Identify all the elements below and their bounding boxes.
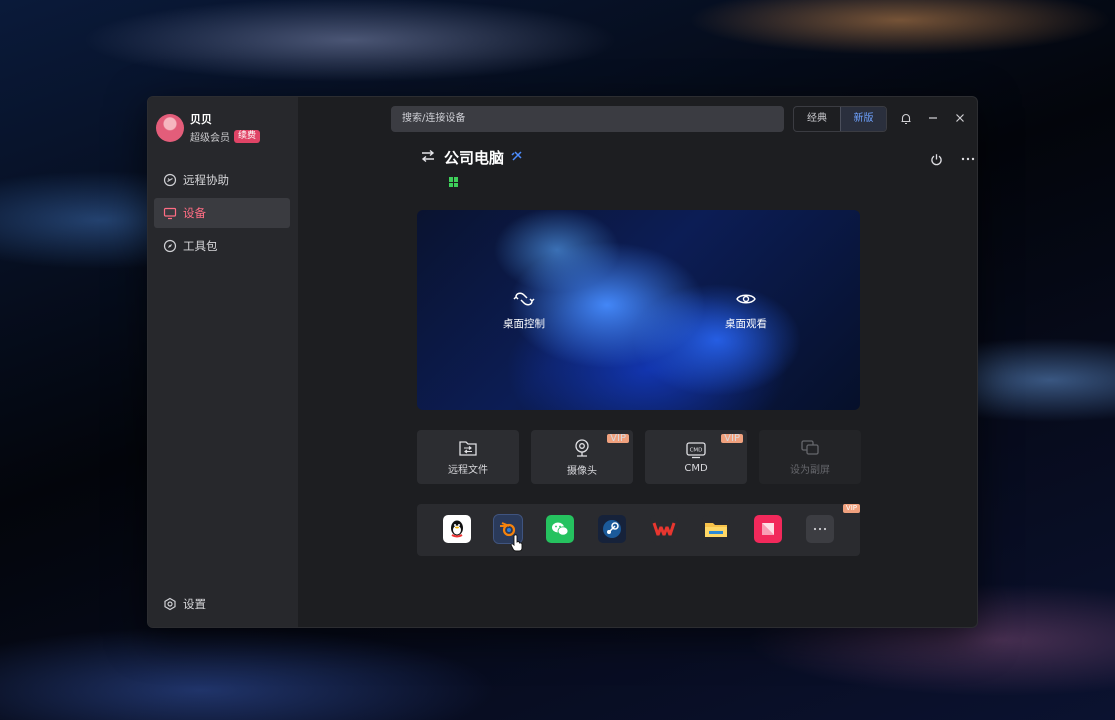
desktop-control-button[interactable]: 桌面控制: [503, 290, 545, 331]
monitor-icon: [163, 206, 177, 220]
quick-apps-bar: VIP: [417, 504, 860, 556]
windows-icon: [449, 177, 459, 187]
nav-item-toolkit[interactable]: 工具包: [154, 231, 290, 261]
membership-label: 超级会员: [190, 133, 230, 144]
device-header: 公司电脑: [420, 147, 524, 168]
cmd-button[interactable]: VIP CMD CMD: [645, 430, 747, 484]
nav-label: 远程协助: [183, 173, 229, 187]
eye-icon: [736, 294, 756, 304]
search-input[interactable]: 搜索/连接设备: [391, 106, 784, 132]
extend-screen-label: 设为副屏: [790, 464, 830, 476]
new-version-button[interactable]: 新版: [840, 107, 886, 131]
minimize-icon[interactable]: [924, 109, 942, 127]
vip-badge: VIP: [607, 434, 629, 444]
camera-icon: [575, 438, 589, 457]
camera-label: 摄像头: [567, 465, 597, 477]
main-panel: 搜索/连接设备 经典 新版 公司电脑 桌面控制 桌面观看 远程文件 VIP 摄像…: [298, 97, 977, 627]
sidebar: 贝贝 超级会员 续费 远程协助 设备 工具包 设置: [148, 97, 298, 627]
classic-version-button[interactable]: 经典: [794, 107, 840, 131]
qq-app-icon[interactable]: [443, 515, 471, 543]
more-apps-button[interactable]: [806, 515, 834, 543]
more-options-icon[interactable]: [959, 150, 977, 168]
camera-button[interactable]: VIP 摄像头: [531, 430, 633, 484]
steam-app-icon[interactable]: [598, 515, 626, 543]
mouse-cursor-icon: [510, 534, 524, 556]
app-window: 贝贝 超级会员 续费 远程协助 设备 工具包 设置 搜索/连接设备 经典 新版 …: [147, 96, 978, 628]
version-switch: 经典 新版: [793, 106, 887, 132]
remote-assist-icon: [163, 173, 177, 187]
netease-app-icon[interactable]: [754, 515, 782, 543]
desktop-watch-button[interactable]: 桌面观看: [725, 290, 767, 331]
settings-icon: [163, 597, 177, 611]
nav-item-remote-assist[interactable]: 远程协助: [154, 165, 290, 195]
file-explorer-app-icon[interactable]: [702, 515, 730, 543]
vip-badge: VIP: [842, 504, 860, 513]
renew-button[interactable]: 续费: [234, 130, 261, 143]
power-icon[interactable]: [927, 150, 945, 168]
nav-item-settings[interactable]: 设置: [154, 589, 290, 619]
vip-badge: VIP: [721, 434, 743, 444]
close-icon[interactable]: [951, 109, 969, 127]
avatar[interactable]: [156, 113, 184, 142]
cmd-icon: CMD: [686, 441, 706, 458]
wps-app-icon[interactable]: [650, 515, 678, 543]
desktop-watch-label: 桌面观看: [725, 318, 767, 330]
device-name: 公司电脑: [444, 149, 505, 167]
nav-label: 设置: [183, 597, 206, 611]
connection-status-icon: [510, 148, 524, 167]
wechat-app-icon[interactable]: [546, 515, 574, 543]
nav-label: 设备: [183, 206, 206, 220]
desktop-preview: 桌面控制 桌面观看: [417, 210, 860, 410]
nav-item-devices[interactable]: 设备: [154, 198, 290, 228]
extend-screen-button[interactable]: 设为副屏: [759, 430, 861, 484]
username: 贝贝: [190, 113, 212, 126]
desktop-control-label: 桌面控制: [503, 318, 545, 330]
extend-screen-icon: [801, 439, 819, 455]
compass-icon: [163, 239, 177, 253]
nav-label: 工具包: [183, 239, 218, 253]
remote-files-label: 远程文件: [448, 464, 488, 476]
remote-files-button[interactable]: 远程文件: [417, 430, 519, 484]
remote-control-icon: [513, 292, 535, 306]
cmd-label: CMD: [684, 462, 708, 474]
cmd-icon-text: CMD: [690, 447, 703, 453]
folder-transfer-icon: [459, 440, 477, 456]
switch-device-icon[interactable]: [420, 148, 436, 167]
user-profile[interactable]: 贝贝 超级会员 续费: [156, 111, 261, 144]
bell-icon[interactable]: [897, 109, 915, 127]
